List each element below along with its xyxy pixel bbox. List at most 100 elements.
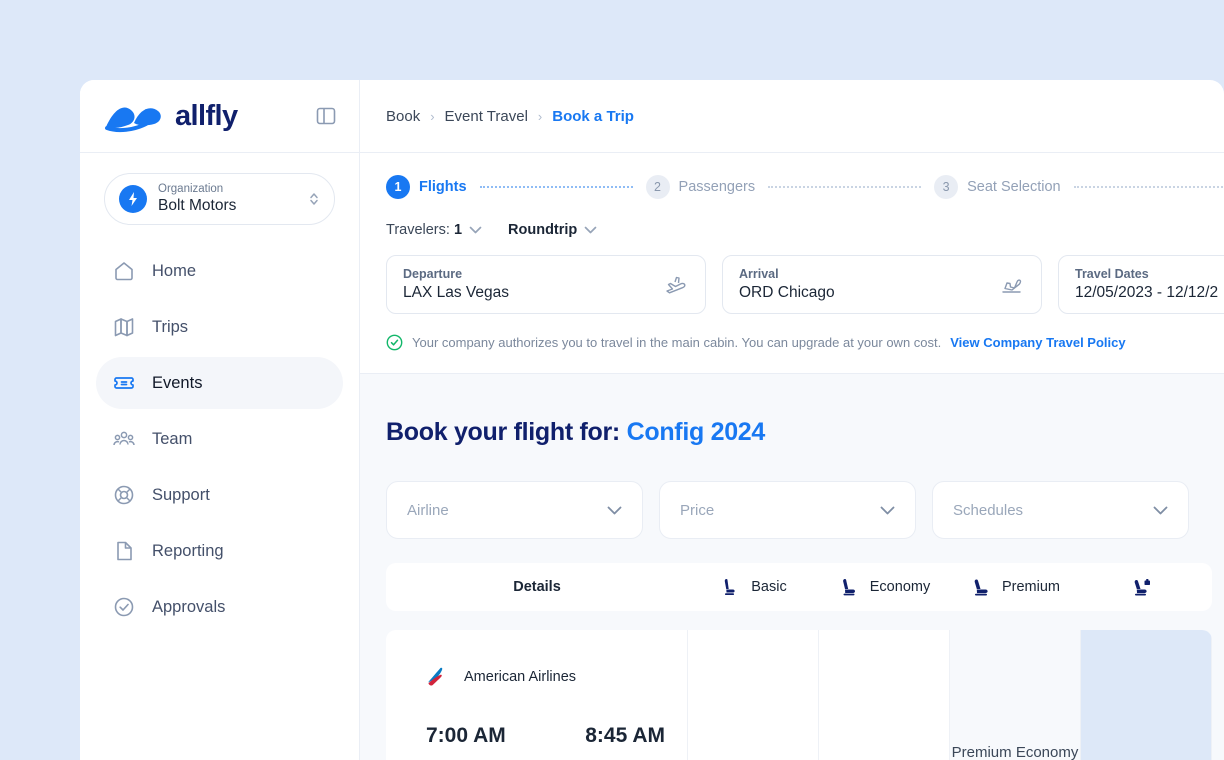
sidebar-item-support[interactable]: Support bbox=[96, 469, 343, 521]
fare-cell-basic[interactable]: Basic Economy (L) bbox=[688, 630, 819, 760]
departure-label: Departure bbox=[403, 266, 463, 281]
home-icon bbox=[115, 262, 133, 281]
step-connector bbox=[479, 186, 633, 188]
sidebar-item-approvals[interactable]: Approvals bbox=[96, 581, 343, 633]
breadcrumb-item-event-travel[interactable]: Event Travel bbox=[445, 108, 528, 125]
column-header-business[interactable] bbox=[1081, 576, 1212, 598]
airline-filter-label: Airline bbox=[407, 501, 449, 519]
departure-time: 7:00 AM bbox=[426, 724, 506, 747]
main-content: Book › Event Travel › Book a Trip 1 Flig… bbox=[360, 80, 1224, 760]
column-header-label: Basic bbox=[751, 579, 787, 595]
fare-table-header: Details Basic Economy Premium bbox=[386, 563, 1212, 611]
step-number: 3 bbox=[934, 175, 959, 199]
sidebar: allfly Organization Bolt Motors Home Tri… bbox=[80, 80, 360, 760]
travel-dates-label: Travel Dates bbox=[1075, 266, 1149, 281]
document-icon bbox=[117, 541, 132, 561]
map-icon bbox=[114, 318, 134, 337]
trip-type-dropdown[interactable]: Roundtrip bbox=[508, 222, 597, 238]
price-filter-label: Price bbox=[680, 501, 715, 519]
column-header-basic[interactable]: Basic bbox=[688, 576, 819, 598]
travelers-dropdown[interactable]: Travelers: 1 bbox=[386, 222, 482, 238]
app-window: allfly Organization Bolt Motors Home Tri… bbox=[80, 80, 1224, 760]
fare-cell-business[interactable]: Bu C bbox=[1081, 630, 1212, 760]
step-number: 1 bbox=[386, 175, 410, 199]
airline-filter[interactable]: Airline bbox=[386, 481, 643, 539]
column-header-details: Details bbox=[513, 579, 561, 595]
fare-cell-premium[interactable]: Premium Economy (O) bbox=[950, 630, 1081, 760]
sidebar-item-label: Team bbox=[152, 429, 193, 448]
step-label: Seat Selection bbox=[967, 179, 1061, 195]
plane-takeoff-icon bbox=[666, 276, 686, 293]
chevron-down-icon[interactable] bbox=[880, 506, 895, 515]
org-selector[interactable]: Organization Bolt Motors bbox=[104, 173, 335, 225]
price-filter[interactable]: Price bbox=[659, 481, 916, 539]
trip-type-label: Roundtrip bbox=[508, 222, 578, 238]
sidebar-item-label: Events bbox=[152, 373, 203, 392]
brand[interactable]: allfly bbox=[104, 99, 238, 133]
policy-link[interactable]: View Company Travel Policy bbox=[950, 335, 1125, 350]
step-passengers[interactable]: 2 Passengers bbox=[645, 175, 755, 199]
chevron-down-icon[interactable] bbox=[469, 226, 482, 234]
arrival-time: 8:45 AM bbox=[585, 724, 665, 747]
seat-premium-icon bbox=[974, 579, 988, 596]
allfly-logo-icon bbox=[105, 107, 161, 133]
seat-business-icon bbox=[1134, 579, 1150, 596]
column-header-economy[interactable]: Economy bbox=[819, 576, 950, 598]
breadcrumb: Book › Event Travel › Book a Trip bbox=[360, 80, 1224, 153]
sidebar-item-team[interactable]: Team bbox=[96, 413, 343, 465]
breadcrumb-separator: › bbox=[430, 108, 435, 124]
seat-basic-icon bbox=[725, 579, 735, 595]
column-header-premium[interactable]: Premium bbox=[950, 576, 1081, 598]
sidebar-item-trips[interactable]: Trips bbox=[96, 301, 343, 353]
sidebar-nav: Home Trips Events Team Support Reporting… bbox=[80, 231, 359, 633]
step-flights[interactable]: 1 Flights bbox=[386, 175, 467, 199]
breadcrumb-separator: › bbox=[537, 108, 543, 124]
chevron-updown-icon[interactable] bbox=[308, 190, 320, 208]
chevron-down-icon[interactable] bbox=[607, 506, 622, 515]
trip-controls: Travelers: 1 Roundtrip bbox=[360, 199, 1224, 238]
fare-name: Premium Economy (O) bbox=[951, 744, 1079, 760]
chevron-down-icon[interactable] bbox=[1153, 506, 1168, 515]
panel-toggle-icon[interactable] bbox=[315, 105, 337, 127]
chevron-down-icon[interactable] bbox=[584, 226, 597, 234]
org-label: Organization bbox=[158, 182, 224, 195]
arrival-value: ORD Chicago bbox=[739, 283, 835, 301]
ticket-icon bbox=[114, 377, 134, 389]
breadcrumb-item-book[interactable]: Book bbox=[386, 108, 420, 125]
departure-field[interactable]: Departure LAX Las Vegas bbox=[386, 255, 706, 314]
plane-landing-icon bbox=[1002, 278, 1022, 293]
airline-row: American Airlines bbox=[426, 666, 665, 688]
sidebar-item-reporting[interactable]: Reporting bbox=[96, 525, 343, 577]
check-circle-icon bbox=[114, 597, 134, 617]
schedules-filter[interactable]: Schedules bbox=[932, 481, 1189, 539]
step-seat-selection[interactable]: 3 Seat Selection bbox=[934, 175, 1061, 199]
sidebar-item-home[interactable]: Home bbox=[96, 245, 343, 297]
search-section: 1 Flights 2 Passengers 3 Seat Selection … bbox=[360, 153, 1224, 373]
arrival-field[interactable]: Arrival ORD Chicago bbox=[722, 255, 1042, 314]
step-label: Flights bbox=[419, 179, 467, 195]
check-circle-icon bbox=[386, 334, 403, 351]
org-badge bbox=[119, 185, 147, 213]
airline-name: American Airlines bbox=[464, 669, 577, 685]
policy-notice: Your company authorizes you to travel in… bbox=[360, 314, 1224, 373]
table-row[interactable]: American Airlines 7:00 AM 8:45 AM Basic … bbox=[386, 630, 1212, 760]
breadcrumb-item-book-a-trip[interactable]: Book a Trip bbox=[552, 108, 634, 125]
step-number: 2 bbox=[645, 175, 670, 199]
event-name: Config 2024 bbox=[626, 418, 766, 446]
travelers-count: 1 bbox=[453, 222, 463, 238]
fare-cell-economy[interactable]: Main Cabin (K) bbox=[819, 630, 950, 760]
sidebar-item-label: Approvals bbox=[152, 597, 226, 616]
sidebar-item-events[interactable]: Events bbox=[96, 357, 343, 409]
travel-dates-field[interactable]: Travel Dates 12/05/2023 - 12/12/2 bbox=[1058, 255, 1224, 314]
policy-text: Your company authorizes you to travel in… bbox=[412, 335, 942, 350]
lightning-bolt-icon bbox=[129, 192, 137, 206]
booking-stepper: 1 Flights 2 Passengers 3 Seat Selection … bbox=[360, 175, 1224, 199]
seat-economy-icon bbox=[842, 579, 855, 596]
flight-times: 7:00 AM 8:45 AM bbox=[426, 724, 665, 748]
step-connector bbox=[768, 186, 922, 188]
column-header-label: Premium bbox=[1001, 579, 1060, 595]
org-selector-wrap: Organization Bolt Motors bbox=[80, 153, 359, 231]
org-value: Bolt Motors bbox=[158, 197, 237, 215]
sidebar-item-label: Trips bbox=[152, 317, 189, 336]
american-airlines-logo-icon bbox=[428, 667, 443, 686]
